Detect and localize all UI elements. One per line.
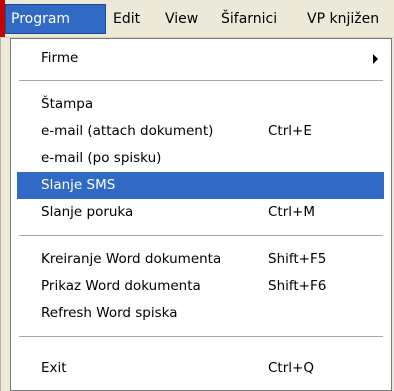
menu-item-label: Prikaz Word dokumenta: [41, 278, 201, 294]
menu-item-shortcut: Ctrl+E: [268, 123, 312, 139]
menu-item-label: Kreiranje Word dokumenta: [41, 251, 222, 267]
menu-item-firme[interactable]: Firme: [17, 45, 384, 72]
menu-item-label: e-mail (po spisku): [41, 150, 162, 166]
menu-program[interactable]: Program: [5, 4, 106, 34]
menu-item-label: Slanje SMS: [41, 177, 116, 193]
submenu-arrow-icon: [373, 54, 378, 64]
menu-item-slanje-sms[interactable]: Slanje SMS: [17, 172, 384, 199]
menu-item-label: Refresh Word spiska: [41, 305, 178, 321]
menu-item-refresh-word[interactable]: Refresh Word spiska: [17, 300, 384, 327]
menu-item-stampa[interactable]: Štampa: [17, 91, 384, 118]
menu-item-label: Slanje poruka: [41, 204, 134, 220]
menu-item-shortcut: Shift+F6: [268, 278, 327, 294]
menu-item-label: Štampa: [41, 96, 94, 112]
menu-item-email-attach[interactable]: e-mail (attach dokument) Ctrl+E: [17, 118, 384, 145]
menu-item-shortcut: Shift+F5: [268, 251, 327, 267]
menu-separator: [19, 235, 383, 236]
menu-vp-knjizenje[interactable]: VP knjižen: [307, 4, 379, 34]
menu-item-shortcut: Ctrl+M: [268, 204, 315, 220]
menu-item-exit[interactable]: Exit Ctrl+Q: [17, 355, 384, 382]
menu-item-prikaz-word[interactable]: Prikaz Word dokumenta Shift+F6: [17, 273, 384, 300]
menu-bar: Program Edit View Šifarnici VP knjižen: [0, 0, 394, 38]
program-dropdown-menu: Firme Štampa e-mail (attach dokument) Ct…: [10, 38, 392, 391]
menu-separator: [19, 336, 383, 337]
menu-item-kreiranje-word[interactable]: Kreiranje Word dokumenta Shift+F5: [17, 246, 384, 273]
menu-item-shortcut: Ctrl+Q: [268, 360, 314, 376]
menu-edit[interactable]: Edit: [113, 4, 140, 34]
menu-view[interactable]: View: [165, 4, 198, 34]
menu-sifarnici[interactable]: Šifarnici: [221, 4, 277, 34]
menu-item-email-po-spisku[interactable]: e-mail (po spisku): [17, 145, 384, 172]
window-left-edge: [0, 0, 1, 391]
menu-item-slanje-poruka[interactable]: Slanje poruka Ctrl+M: [17, 199, 384, 226]
menu-item-label: e-mail (attach dokument): [41, 123, 214, 139]
menu-separator: [19, 80, 383, 81]
menu-item-label: Exit: [41, 360, 67, 376]
menu-item-label: Firme: [41, 50, 79, 66]
